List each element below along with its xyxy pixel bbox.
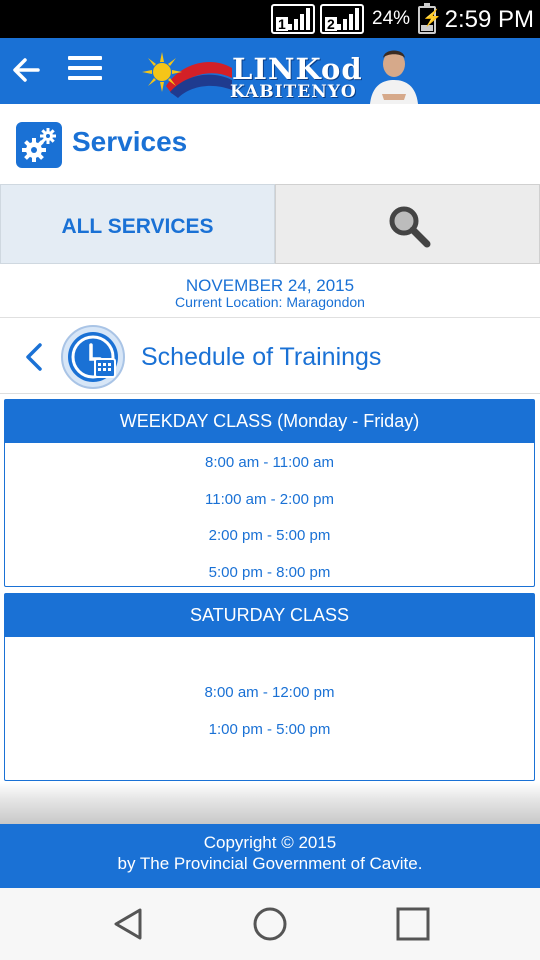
date-location: NOVEMBER 24, 2015 Current Location: Mara… [0, 264, 540, 318]
copyright-owner: by The Provincial Government of Cavite. [117, 854, 423, 873]
status-time: 2:59 PM [444, 6, 534, 33]
app-bar: LINKod KABITENYO [0, 38, 540, 104]
time-slot: 2:00 pm - 5:00 pm [208, 527, 331, 544]
tab-all-services[interactable]: ALL SERVICES [0, 184, 275, 264]
time-slot: 11:00 am - 2:00 pm [205, 491, 334, 508]
tab-search[interactable] [275, 184, 540, 264]
current-date: NOVEMBER 24, 2015 [185, 276, 355, 295]
saturday-class-card: SATURDAY CLASS 8:00 am - 12:00 pm 1:00 p… [4, 593, 535, 781]
section-title: Schedule of Trainings [141, 343, 382, 371]
sim1-label: 1 [276, 16, 288, 32]
arrow-left-icon[interactable] [8, 52, 44, 88]
copyright-line: Copyright © 2015 [203, 833, 337, 852]
page-title: Services [72, 126, 188, 157]
logo-title: LINKod [232, 52, 363, 86]
sim1-signal-icon: 1 [271, 4, 315, 34]
tab-all-services-label: ALL SERVICES [61, 215, 214, 238]
footer: Copyright © 2015 by The Provincial Gover… [0, 824, 540, 888]
services-tabs: ALL SERVICES [0, 184, 540, 264]
governor-photo [368, 44, 420, 104]
services-header: Services [0, 104, 540, 184]
section-header: Schedule of Trainings [0, 318, 540, 394]
current-location: Current Location: Maragondon [175, 294, 365, 310]
battery-icon: ⚡ [418, 3, 442, 34]
hamburger-menu-icon[interactable] [68, 56, 102, 86]
circle-home-icon[interactable] [252, 906, 288, 942]
triangle-back-icon[interactable] [110, 906, 146, 942]
card-title: SATURDAY CLASS [5, 594, 534, 637]
weekday-class-card: WEEKDAY CLASS (Monday - Friday) 8:00 am … [4, 399, 535, 587]
clock-calendar-icon [60, 324, 126, 390]
sim2-signal-icon: 2 [320, 4, 364, 34]
search-icon [389, 206, 431, 248]
time-slot: 1:00 pm - 5:00 pm [208, 721, 331, 738]
battery-percent: 24% [372, 8, 411, 29]
status-bar: 1 2 24% ⚡ 2:59 PM [0, 0, 540, 38]
logo-subtitle: KABITENYO [230, 82, 357, 102]
time-slot: 8:00 am - 12:00 pm [204, 684, 335, 701]
time-slot: 8:00 am - 11:00 am [205, 454, 334, 471]
square-recents-icon[interactable] [395, 906, 431, 942]
chevron-left-icon[interactable] [20, 342, 48, 372]
sim2-label: 2 [325, 16, 337, 32]
sun-flag-logo-icon [142, 52, 232, 98]
app-logo: LINKod KABITENYO [142, 42, 422, 104]
system-nav-bar [0, 888, 540, 960]
gears-icon [16, 122, 62, 168]
card-title: WEEKDAY CLASS (Monday - Friday) [5, 400, 534, 443]
time-slot: 5:00 pm - 8:00 pm [208, 564, 331, 581]
content-bottom-shadow [0, 782, 540, 824]
